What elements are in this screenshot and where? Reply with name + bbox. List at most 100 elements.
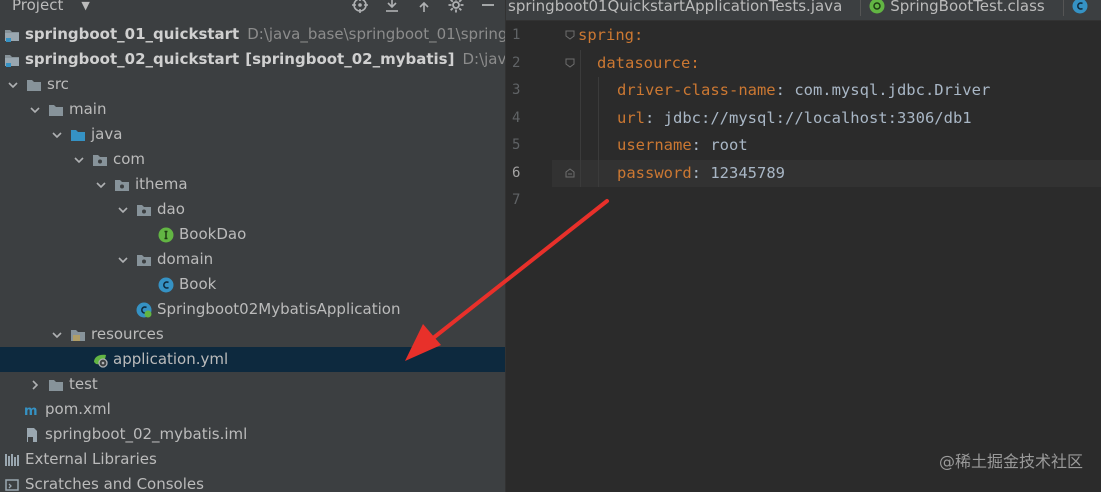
locate-icon[interactable]	[351, 0, 369, 14]
tree-item-label: java	[91, 125, 123, 143]
tree-item-application-yml[interactable]: application.yml	[0, 347, 505, 372]
tree-item-ithema[interactable]: ithema	[0, 172, 505, 197]
tree-item-label: springboot_01_quickstart	[25, 25, 240, 43]
line-number: 1	[512, 27, 521, 43]
annotation-class-icon	[869, 0, 885, 14]
panel-toolbar	[351, 0, 497, 18]
tree-item-book[interactable]: Book	[0, 272, 505, 297]
chevron-down-icon[interactable]	[50, 328, 64, 342]
package-icon	[92, 152, 108, 168]
collapse-all-icon[interactable]	[415, 0, 433, 14]
tree-item-main[interactable]: main	[0, 97, 505, 122]
package-icon	[136, 202, 152, 218]
class-icon[interactable]	[1072, 0, 1088, 14]
code-area[interactable]: spring: datasource: driver-class-name: c…	[578, 22, 990, 215]
library-icon	[4, 452, 20, 468]
chevron-down-icon[interactable]	[72, 153, 86, 167]
tree-item-scratches[interactable]: Scratches and Consoles	[0, 472, 505, 492]
folder-icon	[26, 77, 42, 93]
line-number-gutter: 1 2 3 4 5 6 7	[506, 22, 552, 215]
fold-marker-icon[interactable]	[565, 30, 575, 40]
line-number: 7	[512, 192, 521, 208]
minimize-icon[interactable]	[479, 0, 497, 14]
code-line: url: jdbc://mysql://localhost:3306/db1	[578, 105, 990, 133]
tree-item-label: test	[69, 375, 98, 393]
yaml-separator: :	[634, 26, 644, 44]
chevron-down-icon[interactable]: ▼	[81, 0, 89, 12]
yaml-separator: :	[691, 163, 711, 182]
code-line: driver-class-name: com.mysql.jdbc.Driver	[578, 77, 990, 105]
tree-item-dao[interactable]: dao	[0, 197, 505, 222]
gear-icon[interactable]	[447, 0, 465, 14]
chevron-down-icon[interactable]	[116, 253, 130, 267]
tree-item-label: springboot_02_quickstart	[25, 50, 240, 68]
tree-item-resources[interactable]: resources	[0, 322, 505, 347]
yaml-value: com.mysql.jdbc.Driver	[794, 81, 991, 99]
fold-marker-icon[interactable]	[565, 58, 575, 68]
line-number: 3	[512, 82, 521, 98]
tree-item-label: Springboot02MybatisApplication	[157, 300, 401, 318]
tree-item-java[interactable]: java	[0, 122, 505, 147]
tree-item-bookdao[interactable]: BookDao	[0, 222, 505, 247]
expand-all-icon[interactable]	[383, 0, 401, 14]
yaml-key: driver-class-name	[617, 81, 776, 99]
tree-item-label: resources	[91, 325, 164, 343]
yaml-value: jdbc://mysql://localhost:3306/db1	[663, 108, 972, 127]
watermark: @稀土掘金技术社区	[938, 452, 1083, 471]
tree-item-label: External Libraries	[25, 450, 157, 468]
yaml-key: datasource	[597, 53, 691, 72]
chevron-down-icon[interactable]	[94, 178, 108, 192]
maven-icon: m	[24, 402, 40, 418]
tree-item-label: pom.xml	[45, 400, 111, 418]
code-line: username: root	[578, 132, 990, 160]
tab-springboottest-class[interactable]: SpringBootTest.class	[869, 0, 1054, 15]
line-number: 4	[512, 109, 521, 126]
project-panel: Project ▼ springboot_01_quickstart D:\ja…	[0, 0, 505, 492]
tree-item-iml[interactable]: springboot_02_mybatis.iml	[0, 422, 505, 447]
tree-item-label: BookDao	[179, 225, 247, 243]
tree-item-test[interactable]: test	[0, 372, 505, 397]
folder-icon	[48, 102, 64, 118]
yaml-key: username	[617, 136, 692, 154]
module-folder-icon	[4, 52, 20, 68]
chevron-down-icon[interactable]	[28, 103, 42, 117]
package-icon	[114, 177, 130, 193]
fold-end-marker-icon[interactable]	[565, 168, 575, 178]
tab-separator	[860, 0, 862, 16]
interface-icon	[158, 227, 174, 243]
chevron-down-icon[interactable]	[6, 78, 20, 92]
tree-item-springboot-02[interactable]: springboot_02_quickstart [springboot_02_…	[0, 47, 505, 72]
chevron-down-icon[interactable]	[50, 128, 64, 142]
project-panel-title[interactable]: Project	[12, 0, 63, 14]
code-line: password: 12345789	[578, 160, 990, 188]
tab-separator	[1062, 0, 1064, 16]
tab-quickstart-tests[interactable]: springboot01QuickstartApplicationTests.j…	[508, 0, 852, 15]
source-folder-icon	[70, 127, 86, 143]
tab-label: SpringBootTest.class	[890, 0, 1045, 15]
tree-item-label: Book	[179, 275, 217, 293]
yaml-separator: :	[645, 108, 664, 127]
tree-item-external-libraries[interactable]: External Libraries	[0, 447, 505, 472]
tree-item-com[interactable]: com	[0, 147, 505, 172]
yaml-separator: :	[691, 136, 711, 154]
tree-item-pom-xml[interactable]: m pom.xml	[0, 397, 505, 422]
tree-item-springboot-01[interactable]: springboot_01_quickstart D:\java_base\sp…	[0, 22, 505, 47]
tree-item-src[interactable]: src	[0, 72, 505, 97]
tree-item-domain[interactable]: domain	[0, 247, 505, 272]
tree-item-path: D:\java_base\	[462, 50, 505, 68]
yaml-config-icon	[92, 352, 108, 368]
yaml-key: password	[617, 163, 692, 182]
spring-boot-class-icon	[136, 302, 152, 318]
chevron-down-icon[interactable]	[116, 203, 130, 217]
chevron-right-icon[interactable]	[28, 378, 42, 392]
line-number: 6	[512, 164, 521, 181]
svg-text:m: m	[24, 404, 38, 418]
tree-item-label: application.yml	[113, 350, 229, 368]
tree-item-springboot02mybatisapplication[interactable]: Springboot02MybatisApplication	[0, 297, 505, 322]
tree-item-label: src	[47, 75, 69, 93]
folder-icon	[48, 377, 64, 393]
tree-item-label: domain	[157, 250, 214, 268]
tree-item-module: [springboot_02_mybatis]	[245, 50, 455, 68]
scratches-icon	[4, 477, 20, 492]
